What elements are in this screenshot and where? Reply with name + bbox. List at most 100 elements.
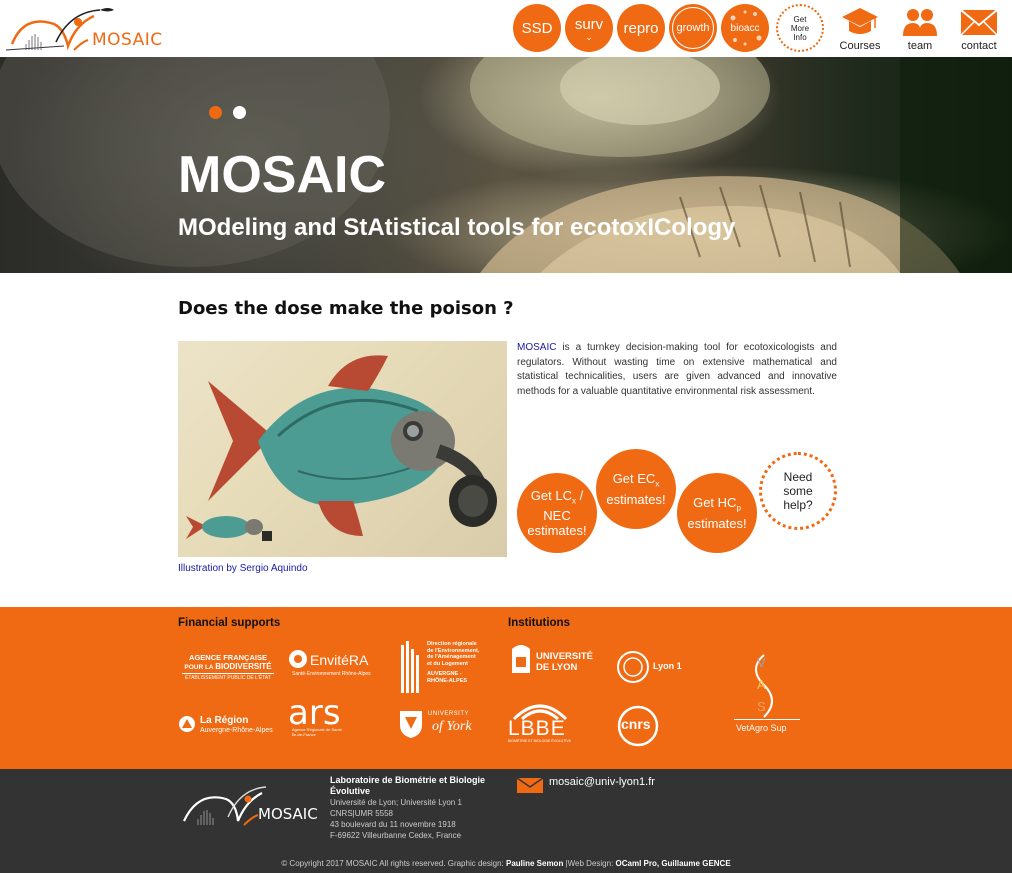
lyon1-logo[interactable]: Lyon 1	[617, 651, 687, 685]
udl-line2: DE LYON	[536, 662, 578, 673]
hero-banner: MOSAIC MOdeling and StAtistical tools fo…	[0, 57, 1012, 273]
cta-ec-estimates: estimates!	[606, 491, 666, 507]
footer-logo-text: MOSAIC	[258, 805, 318, 823]
slide-dot-2[interactable]	[233, 106, 246, 119]
vetagro-text: VetAgro	[736, 723, 769, 733]
footer-mosaic-logo[interactable]: MOSAIC	[180, 781, 320, 829]
cnrs-text: cnrs	[621, 716, 651, 732]
copyright-line: © Copyright 2017 MOSAIC All rights reser…	[0, 859, 1012, 868]
afb-logo[interactable]: AGENCE FRANÇAISE POUR LA BIODIVERSITÉ ÉT…	[182, 653, 274, 681]
nav-ssd-label: SSD	[521, 19, 553, 37]
cta-help-line3: help?	[783, 498, 813, 512]
udl-line1: UNIVERSITÉ	[536, 651, 594, 662]
intro-brand-link[interactable]: MOSAIC	[517, 342, 556, 353]
cta-ec-subscript: x	[655, 479, 660, 489]
get-ec-estimates-button[interactable]: Get ECx estimates!	[596, 449, 676, 529]
universite-de-lyon-logo[interactable]: UNIVERSITÉ DE LYON	[510, 643, 600, 683]
nav-courses-link[interactable]: Courses	[835, 6, 885, 54]
nav-contact-label: contact	[961, 40, 997, 52]
vetagro-letter-a: A	[757, 677, 766, 692]
intro-text: is a turnkey decision-making tool for ec…	[517, 342, 837, 397]
cta-lc-estimates: estimates!	[527, 523, 587, 539]
vetagro-sup-logo[interactable]: V A S VetAgro Sup	[734, 651, 804, 741]
cta-lc-text: Get LC	[530, 487, 572, 503]
dreal-line3: de l'Aménagement	[427, 654, 476, 660]
hero-subtitle: MOdeling and StAtistical tools for ecoto…	[178, 214, 736, 241]
get-hc-estimates-button[interactable]: Get HCp estimates!	[677, 473, 757, 553]
dreal-line1: Direction régionale	[427, 641, 477, 647]
slide-dot-1[interactable]	[209, 106, 222, 119]
dreal-line4: et du Logement	[427, 660, 468, 667]
web-design-label: |Web Design:	[563, 859, 616, 868]
nav-surv-button[interactable]: surv ⌄	[565, 4, 613, 52]
nav-more-line2: More	[790, 23, 810, 33]
cta-lc-slash: /	[575, 487, 584, 503]
nav-growth-button[interactable]: growth	[669, 4, 717, 52]
lyon1-mark-icon	[617, 651, 649, 683]
lion-icon	[512, 645, 530, 673]
university-of-york-logo[interactable]: UNIVERSITY of York	[398, 709, 488, 743]
la-region-mark-icon	[179, 716, 195, 732]
need-help-button[interactable]: Need some help?	[759, 452, 837, 530]
graphic-designer-link[interactable]: Pauline Semon	[506, 859, 563, 868]
web-designers-link[interactable]: OCaml Pro, Guillaume GENCE	[616, 859, 731, 868]
afb-line1: AGENCE FRANÇAISE	[189, 653, 267, 662]
cta-hc-text: Get HC	[693, 495, 737, 511]
nav-more-line1: Get	[793, 14, 807, 24]
dreal-region2: RHÔNE-ALPES	[427, 677, 468, 684]
site-footer: MOSAIC Laboratoire de Biométrie et Biolo…	[0, 769, 1012, 873]
chevron-down-icon: ⌄	[585, 32, 593, 42]
vetagro-sup-text: Sup	[768, 723, 787, 733]
nav-bioacc-label: bioacc	[730, 22, 760, 34]
envelope-icon	[960, 9, 998, 36]
intro-paragraph: MOSAIC is a turnkey decision-making tool…	[517, 341, 837, 399]
york-crest-icon	[400, 711, 422, 738]
dreal-logo[interactable]: Direction régionale de l'Environnement, …	[400, 639, 490, 697]
mosaic-logo[interactable]: MOSAIC	[4, 4, 164, 54]
nav-bioacc-button[interactable]: bioacc	[721, 4, 769, 52]
lyon1-text: Lyon 1	[653, 661, 682, 671]
afb-line3: ÉTABLISSEMENT PUBLIC DE L'ÉTAT	[182, 673, 274, 681]
lab-line-4: F-69622 Villeurbanne Cedex, France	[330, 831, 462, 840]
nav-contact-link[interactable]: contact	[954, 6, 1004, 54]
fish-illustration-graphic	[186, 355, 497, 541]
nav-repro-button[interactable]: repro	[617, 4, 665, 52]
get-lc-estimates-button[interactable]: Get LCx / NEC estimates!	[517, 473, 597, 553]
institutions-heading: Institutions	[508, 617, 570, 629]
afb-line2b: BIODIVERSITÉ	[215, 662, 272, 671]
section-heading: Does the dose make the poison ?	[178, 298, 514, 319]
vetagro-letter-s: S	[757, 699, 766, 714]
nav-ssd-button[interactable]: SSD	[513, 4, 561, 52]
cta-help-line2: some	[783, 484, 813, 498]
envitera-sub: Santé-Environnement Rhône-Alpes	[292, 671, 371, 677]
nav-surv-label: surv	[574, 16, 604, 33]
dreal-flag-icon	[401, 641, 419, 693]
lab-line-3: 43 boulevard du 11 novembre 1918	[330, 820, 456, 829]
cta-hc-subscript: p	[736, 503, 741, 513]
lbbe-text: LBBE	[508, 717, 566, 740]
nav-team-link[interactable]: team	[895, 6, 945, 54]
graduation-cap-icon	[842, 8, 878, 34]
la-region-sub: Auvergne-Rhône-Alpes	[200, 727, 273, 734]
envitera-mark-icon	[289, 650, 307, 668]
supports-band: Financial supports Institutions AGENCE F…	[0, 607, 1012, 769]
lbbe-logo[interactable]: LBBE BIOMÉTRIE ET BIOLOGIE ÉVOLUTIVE	[506, 699, 572, 743]
nav-more-info-button[interactable]: Get More Info	[776, 4, 824, 52]
lab-line-1: Université de Lyon; Université Lyon 1	[330, 798, 462, 807]
ars-logo[interactable]: ars Agence Régionale de Santé Île-de-Fra…	[288, 693, 358, 739]
nav-more-line3: Info	[793, 32, 807, 42]
illustration-credit-link[interactable]: Illustration by Sergio Aquindo	[178, 563, 308, 574]
people-icon	[903, 9, 937, 36]
cta-help-line1: Need	[783, 470, 813, 484]
cta-nec-text: NEC	[543, 508, 571, 524]
nav-team-label: team	[907, 40, 933, 52]
nav-growth-label: growth	[676, 22, 710, 34]
envitera-text: EnvitéRA	[310, 652, 369, 668]
vetagro-letter-v: V	[757, 655, 766, 670]
footer-email-link[interactable]: mosaic@univ-lyon1.fr	[549, 776, 655, 788]
ars-sub2: Île-de-France	[292, 732, 316, 737]
cta-hc-estimates: estimates!	[687, 515, 747, 531]
cnrs-logo[interactable]: cnrs	[617, 705, 659, 747]
afb-line2a: POUR LA	[184, 664, 214, 671]
financial-supports-heading: Financial supports	[178, 617, 281, 629]
